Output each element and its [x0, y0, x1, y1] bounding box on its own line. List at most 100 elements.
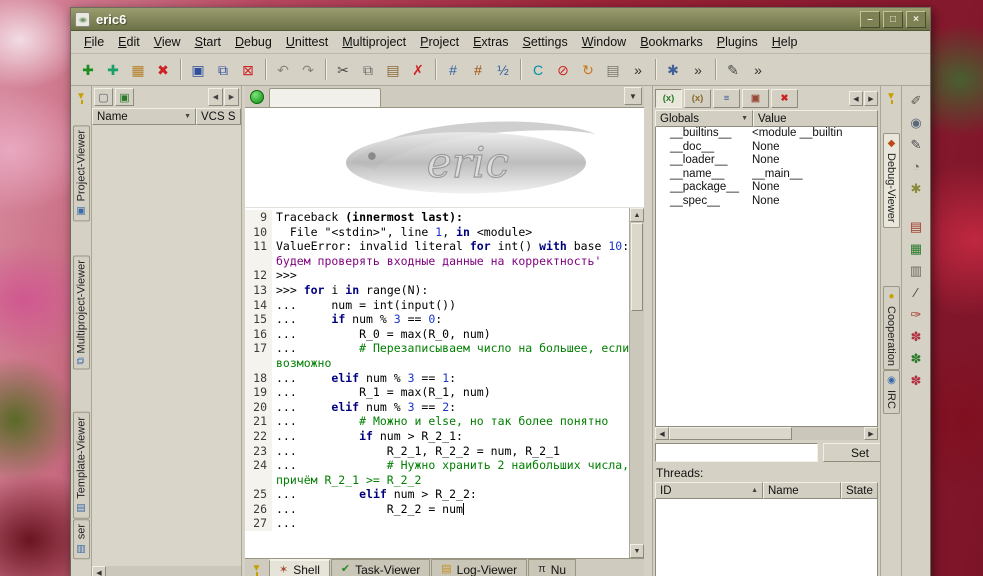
- menu-extras[interactable]: Extras: [466, 32, 515, 52]
- drawer-button[interactable]: ▥: [905, 260, 927, 280]
- menu-debug[interactable]: Debug: [228, 32, 279, 52]
- annotate-button[interactable]: ✎: [905, 134, 927, 154]
- sidebar-tab-cooperation[interactable]: ●Cooperation: [883, 286, 900, 371]
- globals-row[interactable]: __doc__None: [656, 141, 877, 155]
- scrollbar-thumb[interactable]: [631, 223, 643, 311]
- close-button[interactable]: ✖: [151, 58, 175, 82]
- column-header-id[interactable]: ID▲: [655, 482, 763, 499]
- red-pen-button[interactable]: ✑: [905, 304, 927, 324]
- red-flower-button[interactable]: ✽: [905, 326, 927, 346]
- scroll-left-button[interactable]: ◀: [92, 566, 106, 576]
- new-button[interactable]: ✚: [76, 58, 100, 82]
- scrollbar-trough[interactable]: [106, 566, 241, 576]
- sidebar-tab-irc[interactable]: ◉IRC: [883, 370, 900, 414]
- debug-overflow-button[interactable]: »: [626, 58, 650, 82]
- globals-row[interactable]: __builtins__<module __builtin: [656, 127, 877, 141]
- scrollbar-trough[interactable]: [630, 312, 644, 544]
- menu-window[interactable]: Window: [575, 32, 633, 52]
- undo-button[interactable]: ↶: [271, 58, 295, 82]
- project-tree[interactable]: [92, 125, 241, 566]
- green-flower-button[interactable]: ✽: [905, 348, 927, 368]
- scroll-left-button[interactable]: ◀: [655, 427, 669, 440]
- globals-table-body[interactable]: __builtins__<module __builtin__doc__None…: [655, 127, 878, 427]
- scroll-right-button[interactable]: ▶: [864, 427, 878, 440]
- column-header-vcs-status[interactable]: VCS S: [196, 108, 241, 125]
- column-header-thread-name[interactable]: Name: [763, 482, 841, 499]
- save-button[interactable]: ▣: [186, 58, 210, 82]
- tab-shell[interactable]: ✶Shell: [269, 559, 330, 576]
- tab-log-viewer[interactable]: ▤Log-Viewer: [431, 559, 527, 576]
- tab-task-viewer[interactable]: ✔Task-Viewer: [331, 559, 430, 576]
- save-all-button[interactable]: ⧉: [211, 58, 235, 82]
- globals-row[interactable]: __loader__None: [656, 154, 877, 168]
- green-tree-button[interactable]: ▦: [905, 238, 927, 258]
- sidebar-tab-debug-viewer[interactable]: ◆Debug-Viewer: [883, 133, 900, 228]
- column-header-globals[interactable]: Globals▼: [655, 110, 753, 127]
- scroll-down-button[interactable]: ▼: [630, 544, 644, 558]
- paste-button[interactable]: ▤: [381, 58, 405, 82]
- shell-filter-button[interactable]: ▼: [248, 561, 265, 576]
- globals-row[interactable]: __package__None: [656, 181, 877, 195]
- maximize-button[interactable]: □: [883, 11, 903, 28]
- close-button[interactable]: ×: [906, 11, 926, 28]
- tools-overflow-button[interactable]: »: [746, 58, 770, 82]
- tab-nu[interactable]: πNu: [528, 559, 576, 576]
- menu-multiproject[interactable]: Multiproject: [335, 32, 413, 52]
- profile-button[interactable]: ✱: [661, 58, 685, 82]
- menu-start[interactable]: Start: [188, 32, 228, 52]
- menu-help[interactable]: Help: [765, 32, 805, 52]
- left-filter-button[interactable]: ▼: [73, 89, 90, 105]
- menu-edit[interactable]: Edit: [111, 32, 147, 52]
- scroll-left-button[interactable]: ◀: [849, 91, 863, 106]
- scroll-right-button[interactable]: ▶: [224, 88, 239, 106]
- menu-settings[interactable]: Settings: [516, 32, 575, 52]
- comment-button[interactable]: #: [441, 58, 465, 82]
- scrollbar-trough[interactable]: [792, 427, 864, 440]
- sidebar-tab-template-viewer[interactable]: ▤Template-Viewer: [73, 412, 90, 519]
- shell-vscrollbar[interactable]: ▲ ▼: [629, 208, 644, 558]
- shell-code[interactable]: 9Traceback (innermost last):10 File "<st…: [245, 208, 629, 558]
- delete-button[interactable]: ✗: [406, 58, 430, 82]
- column-header-value[interactable]: Value: [753, 110, 878, 127]
- continue-button[interactable]: C: [526, 58, 550, 82]
- uncomment-button[interactable]: #: [466, 58, 490, 82]
- close-all-button[interactable]: ⊠: [236, 58, 260, 82]
- slash-button[interactable]: ∕: [905, 282, 927, 302]
- global-variables-tab[interactable]: (x): [655, 89, 682, 108]
- project-overflow-button[interactable]: »: [686, 58, 710, 82]
- scroll-right-button[interactable]: ▶: [864, 91, 878, 106]
- column-header-name[interactable]: Name▼: [92, 108, 196, 125]
- red-flower-2-button[interactable]: ✽: [905, 370, 927, 390]
- new-window-button[interactable]: ✚: [101, 58, 125, 82]
- forms-button[interactable]: ▣: [115, 88, 134, 106]
- right-filter-button[interactable]: ▼: [883, 89, 900, 105]
- zoom-button[interactable]: ◉: [905, 112, 927, 132]
- menu-plugins[interactable]: Plugins: [710, 32, 765, 52]
- editor-tab[interactable]: [269, 88, 381, 107]
- project-viewer-hscrollbar[interactable]: ◀: [92, 566, 241, 576]
- pen-tool-button[interactable]: ✐: [905, 90, 927, 110]
- minimize-button[interactable]: –: [860, 11, 880, 28]
- scrollbar-thumb[interactable]: [669, 427, 792, 440]
- menu-bookmarks[interactable]: Bookmarks: [633, 32, 710, 52]
- menu-file[interactable]: File: [77, 32, 111, 52]
- cut-button[interactable]: ✂: [331, 58, 355, 82]
- globals-hscrollbar[interactable]: ◀ ▶: [655, 427, 878, 440]
- variable-filter-input[interactable]: [655, 443, 818, 462]
- column-header-state[interactable]: State: [841, 482, 878, 499]
- run-script-button[interactable]: ▤: [601, 58, 625, 82]
- sidebar-tab-multiproject-viewer[interactable]: ⧉Multiproject-Viewer: [73, 255, 90, 369]
- sidebar-tab-project-viewer[interactable]: ▣Project-Viewer: [73, 125, 90, 221]
- settings-button[interactable]: ✱: [905, 178, 927, 198]
- threads-table-body[interactable]: [655, 499, 878, 576]
- globals-row[interactable]: __spec__None: [656, 195, 877, 209]
- menu-project[interactable]: Project: [413, 32, 466, 52]
- stop-button[interactable]: ⊘: [551, 58, 575, 82]
- call-stack-tab[interactable]: ≡: [713, 89, 740, 108]
- source-files-button[interactable]: ▢: [94, 88, 113, 106]
- scroll-left-button[interactable]: ◀: [208, 88, 223, 106]
- tab-list-button[interactable]: ▼: [624, 87, 642, 105]
- breakpoints-tab[interactable]: ▣: [742, 89, 769, 108]
- menu-view[interactable]: View: [147, 32, 188, 52]
- goto-line-button[interactable]: ½: [491, 58, 515, 82]
